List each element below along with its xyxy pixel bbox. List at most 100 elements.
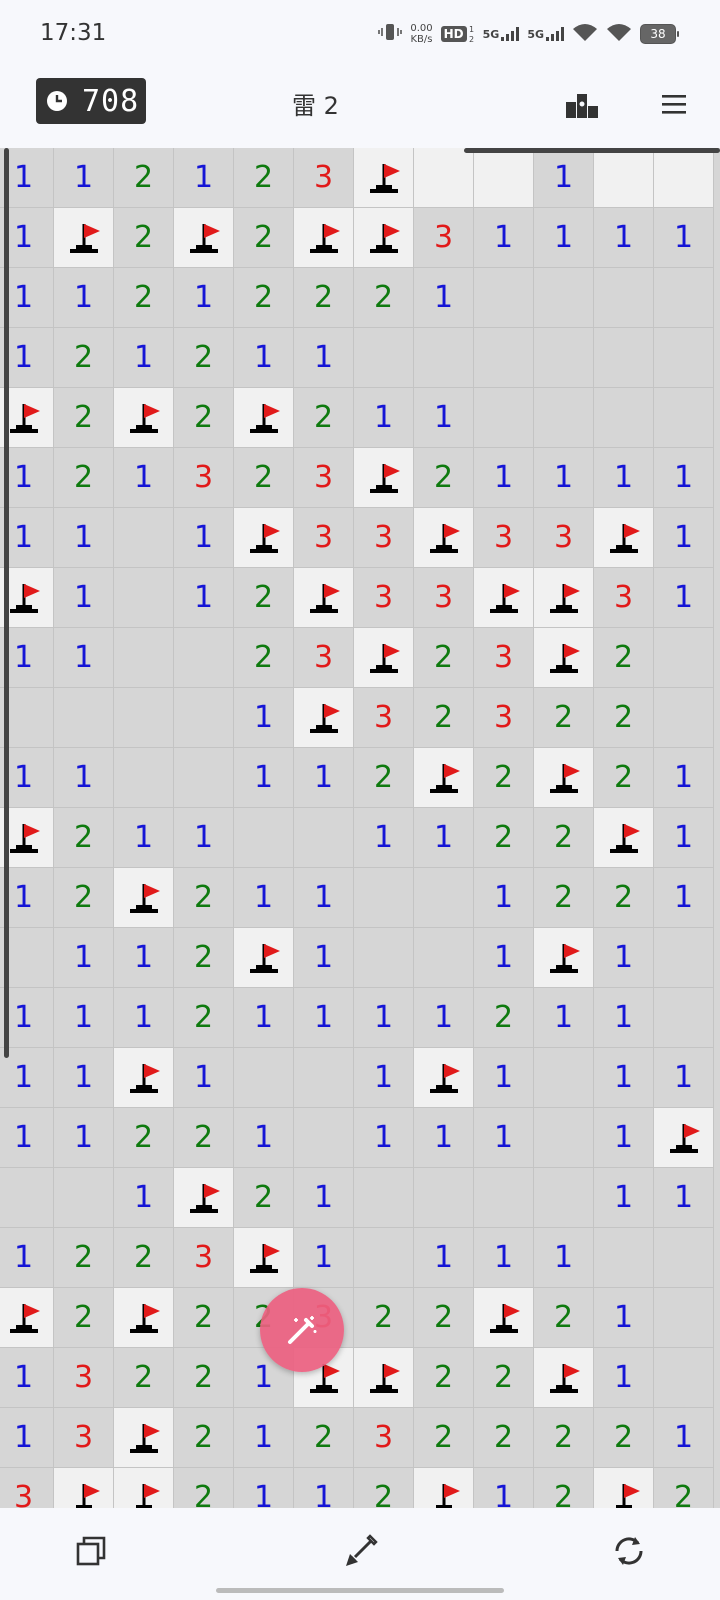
flagged-cell[interactable] <box>414 1048 474 1108</box>
empty-cell[interactable] <box>534 1168 594 1228</box>
minefield-grid[interactable]: 1 1 2 1 2 3 1 1 2 2 3 1 1 1 1 1 1 2 1 2 2 2 1 1 2 1 2 1 1 2 2 2 1 1 1 2 1 3 2 3… <box>0 148 714 1508</box>
number-cell[interactable]: 1 <box>294 1228 354 1288</box>
number-cell[interactable]: 2 <box>174 1408 234 1468</box>
number-cell[interactable]: 1 <box>174 268 234 328</box>
number-cell[interactable]: 2 <box>234 268 294 328</box>
number-cell[interactable]: 1 <box>414 988 474 1048</box>
leaderboard-button[interactable] <box>562 84 602 124</box>
restart-button[interactable] <box>604 1526 654 1576</box>
number-cell[interactable]: 2 <box>234 148 294 208</box>
number-cell[interactable]: 1 <box>114 988 174 1048</box>
number-cell[interactable]: 1 <box>54 748 114 808</box>
flagged-cell[interactable] <box>534 928 594 988</box>
empty-cell[interactable] <box>654 268 714 328</box>
number-cell[interactable]: 2 <box>234 628 294 688</box>
number-cell[interactable]: 1 <box>234 328 294 388</box>
number-cell[interactable]: 1 <box>594 448 654 508</box>
number-cell[interactable]: 1 <box>654 448 714 508</box>
empty-cell[interactable] <box>174 688 234 748</box>
number-cell[interactable]: 2 <box>354 748 414 808</box>
number-cell[interactable]: 1 <box>354 1108 414 1168</box>
number-cell[interactable]: 1 <box>474 1048 534 1108</box>
flagged-cell[interactable] <box>114 1288 174 1348</box>
number-cell[interactable]: 2 <box>174 328 234 388</box>
number-cell[interactable]: 3 <box>174 1228 234 1288</box>
number-cell[interactable]: 2 <box>534 808 594 868</box>
flagged-cell[interactable] <box>414 1468 474 1508</box>
number-cell[interactable]: 1 <box>474 208 534 268</box>
number-cell[interactable]: 1 <box>654 568 714 628</box>
empty-cell[interactable] <box>654 1348 714 1408</box>
number-cell[interactable]: 2 <box>414 688 474 748</box>
empty-cell[interactable] <box>354 928 414 988</box>
number-cell[interactable]: 2 <box>174 988 234 1048</box>
number-cell[interactable]: 2 <box>474 988 534 1048</box>
number-cell[interactable]: 2 <box>234 568 294 628</box>
number-cell[interactable]: 2 <box>294 268 354 328</box>
number-cell[interactable]: 1 <box>294 1168 354 1228</box>
empty-cell[interactable] <box>114 748 174 808</box>
empty-cell[interactable] <box>654 388 714 448</box>
empty-cell[interactable] <box>474 1168 534 1228</box>
number-cell[interactable]: 1 <box>234 1108 294 1168</box>
number-cell[interactable]: 2 <box>534 1288 594 1348</box>
home-indicator[interactable] <box>216 1588 504 1593</box>
number-cell[interactable]: 1 <box>54 268 114 328</box>
flagged-cell[interactable] <box>114 388 174 448</box>
flagged-cell[interactable] <box>354 1348 414 1408</box>
number-cell[interactable]: 2 <box>594 688 654 748</box>
empty-cell[interactable] <box>54 688 114 748</box>
number-cell[interactable]: 1 <box>354 1048 414 1108</box>
flagged-cell[interactable] <box>294 568 354 628</box>
number-cell[interactable]: 3 <box>474 628 534 688</box>
empty-cell[interactable] <box>654 328 714 388</box>
number-cell[interactable]: 2 <box>234 448 294 508</box>
number-cell[interactable]: 2 <box>414 1408 474 1468</box>
number-cell[interactable]: 1 <box>594 1048 654 1108</box>
number-cell[interactable]: 1 <box>594 988 654 1048</box>
empty-cell[interactable] <box>0 1168 54 1228</box>
number-cell[interactable]: 2 <box>594 1408 654 1468</box>
flagged-cell[interactable] <box>294 688 354 748</box>
flagged-cell[interactable] <box>0 1288 54 1348</box>
number-cell[interactable]: 2 <box>114 208 174 268</box>
number-cell[interactable]: 1 <box>54 1048 114 1108</box>
number-cell[interactable]: 1 <box>174 808 234 868</box>
dig-mode-button[interactable] <box>336 1526 386 1576</box>
unrevealed-cell[interactable] <box>414 148 474 208</box>
empty-cell[interactable] <box>534 1048 594 1108</box>
number-cell[interactable]: 2 <box>114 268 174 328</box>
number-cell[interactable]: 1 <box>234 748 294 808</box>
empty-cell[interactable] <box>114 508 174 568</box>
flagged-cell[interactable] <box>114 868 174 928</box>
flagged-cell[interactable] <box>354 208 414 268</box>
number-cell[interactable]: 1 <box>0 1408 54 1468</box>
flagged-cell[interactable] <box>534 1348 594 1408</box>
number-cell[interactable]: 3 <box>294 448 354 508</box>
empty-cell[interactable] <box>294 1108 354 1168</box>
number-cell[interactable]: 1 <box>474 1108 534 1168</box>
number-cell[interactable]: 2 <box>234 208 294 268</box>
empty-cell[interactable] <box>594 1228 654 1288</box>
number-cell[interactable]: 1 <box>114 448 174 508</box>
number-cell[interactable]: 1 <box>474 1228 534 1288</box>
number-cell[interactable]: 2 <box>474 808 534 868</box>
number-cell[interactable]: 1 <box>354 388 414 448</box>
number-cell[interactable]: 2 <box>474 1408 534 1468</box>
number-cell[interactable]: 1 <box>54 508 114 568</box>
number-cell[interactable]: 1 <box>0 1108 54 1168</box>
number-cell[interactable]: 2 <box>174 388 234 448</box>
number-cell[interactable]: 1 <box>474 1468 534 1508</box>
number-cell[interactable]: 2 <box>294 388 354 448</box>
number-cell[interactable]: 2 <box>534 688 594 748</box>
number-cell[interactable]: 2 <box>534 868 594 928</box>
number-cell[interactable]: 2 <box>594 628 654 688</box>
flagged-cell[interactable] <box>354 448 414 508</box>
number-cell[interactable]: 1 <box>594 1348 654 1408</box>
flagged-cell[interactable] <box>54 1468 114 1508</box>
empty-cell[interactable] <box>534 1108 594 1168</box>
number-cell[interactable]: 1 <box>534 1228 594 1288</box>
number-cell[interactable]: 1 <box>174 148 234 208</box>
empty-cell[interactable] <box>414 1168 474 1228</box>
empty-cell[interactable] <box>354 328 414 388</box>
